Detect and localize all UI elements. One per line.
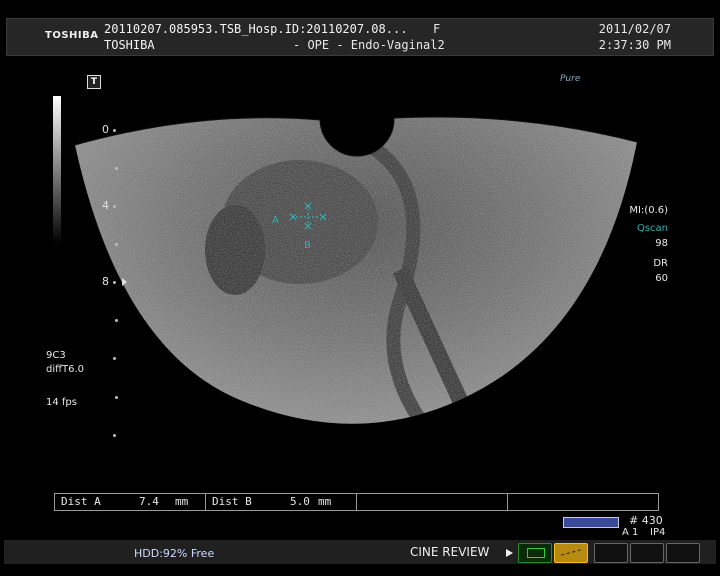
cine-a-label: A 1 [622, 527, 639, 538]
depth-tick [113, 281, 116, 284]
depth-label-0: 0 [102, 123, 109, 136]
depth-tick [115, 319, 118, 322]
depth-tick [115, 167, 118, 170]
depth-label-2: 4 [102, 199, 109, 212]
caliper-label-a: A [272, 215, 279, 226]
measurement-empty [508, 494, 658, 510]
dr-label: DR [653, 258, 668, 269]
mi-value: MI:(0.6) [629, 205, 668, 216]
depth-tick [113, 434, 116, 437]
caliper-label-b: B [304, 240, 311, 251]
depth-tick [113, 205, 116, 208]
footer-button-2[interactable] [630, 543, 664, 563]
play-icon[interactable] [506, 549, 513, 557]
measurement-table: Dist A 7.4 mm Dist B 5.0 mm [54, 493, 659, 511]
preset-name: diffT6.0 [46, 364, 85, 375]
depth-tick [115, 243, 118, 246]
frame-number: # 430 [629, 514, 663, 527]
depth-tick [115, 396, 118, 399]
hdd-status: HDD:92% Free [134, 547, 215, 560]
dr-value: 60 [655, 273, 668, 284]
film-icon [527, 548, 545, 558]
qscan-label: Qscan [636, 223, 668, 234]
scan-sector [75, 117, 637, 424]
footer-button-3[interactable] [666, 543, 700, 563]
probe-name: 9C3 [46, 350, 66, 361]
cine-mode-button[interactable] [518, 543, 552, 563]
cine-progress-bar[interactable] [563, 517, 619, 528]
depth-tick [113, 357, 116, 360]
caliper-icon [561, 549, 581, 556]
footer-button-1[interactable] [594, 543, 628, 563]
ultrasound-image: A B [74, 116, 638, 424]
measurement-b[interactable]: Dist B 5.0 mm [206, 494, 357, 510]
depth-label-4: 8 [102, 275, 109, 288]
qscan-value: 98 [655, 238, 668, 249]
cine-review-label: CINE REVIEW [410, 545, 490, 559]
depth-tick [113, 129, 116, 132]
measurement-a[interactable]: Dist A 7.4 mm [55, 494, 206, 510]
frame-rate: 14 fps [46, 397, 77, 408]
measurement-empty [357, 494, 508, 510]
focus-marker-icon[interactable] [122, 278, 127, 286]
caliper-tool-button[interactable] [554, 543, 588, 563]
image-process-label: IP4 [650, 527, 666, 538]
